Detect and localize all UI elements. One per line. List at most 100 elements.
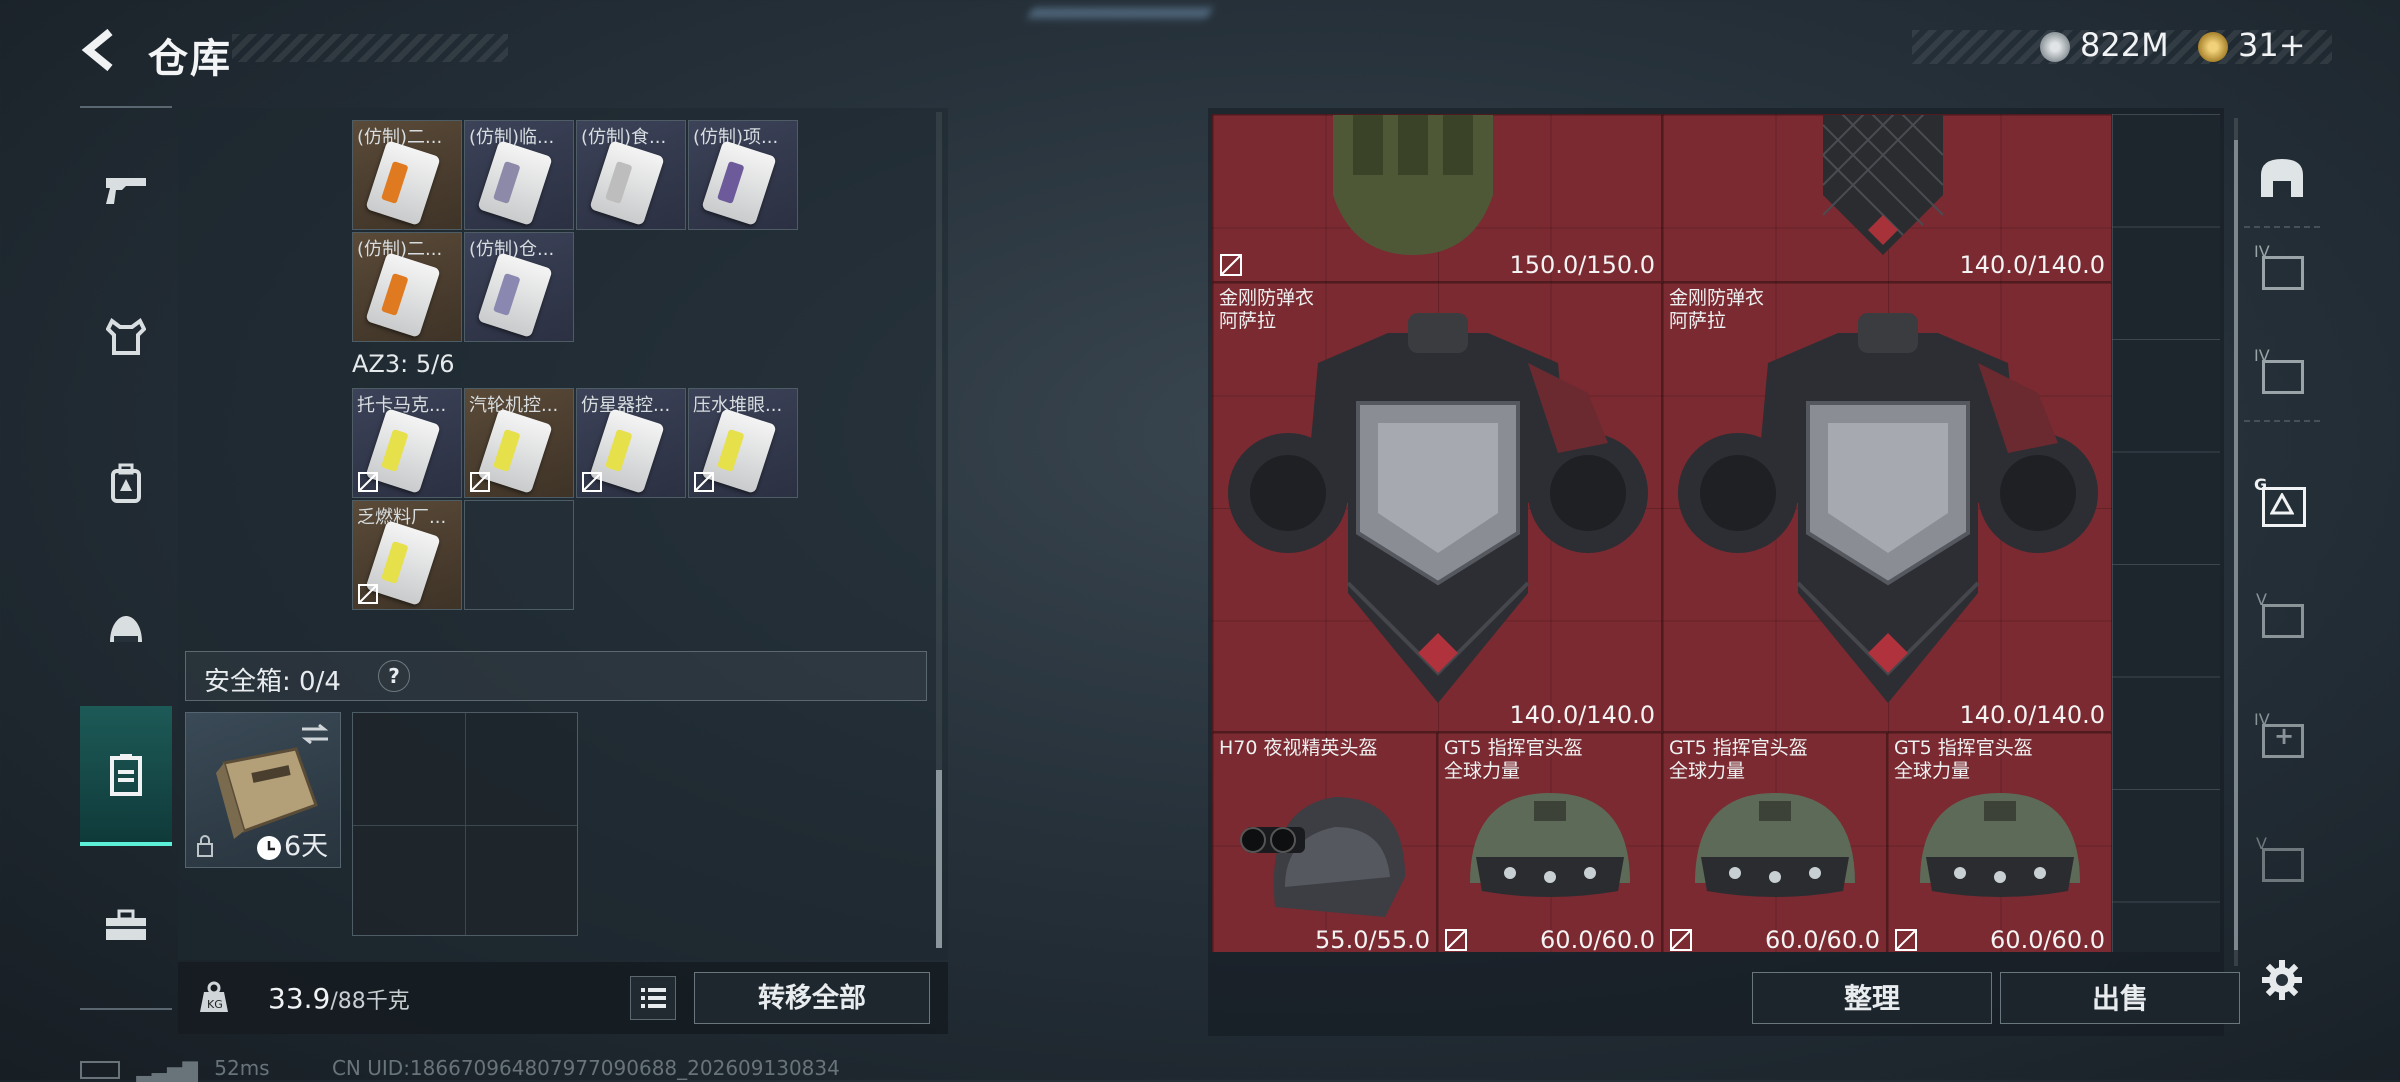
no-trade-icon — [358, 472, 378, 492]
safebox-icon — [110, 754, 142, 796]
stash-item[interactable]: 金刚防弹衣 阿萨拉 140.0/140.0 — [1212, 282, 1662, 732]
olive-vest-image — [1333, 115, 1493, 255]
nav-armor[interactable] — [80, 292, 172, 382]
stash-item[interactable]: 金刚防弹衣 阿萨拉 140.0/140.0 — [1662, 282, 2112, 732]
silver-coin-icon — [2040, 32, 2070, 62]
backpack-scroll-thumb[interactable] — [936, 770, 942, 948]
stash-item[interactable]: GT5 指挥官头盔 全球力量 60.0/60.0 — [1662, 732, 1887, 952]
item-slot[interactable]: (仿制)项... — [688, 120, 798, 230]
stash-item[interactable]: GT5 指挥官头盔 全球力量 60.0/60.0 — [1437, 732, 1662, 952]
back-arrow-icon — [81, 28, 113, 72]
nav-toolbox[interactable] — [80, 880, 172, 970]
settings-button[interactable] — [2244, 940, 2320, 1020]
armor-vest-image — [1678, 313, 2098, 703]
battery-icon — [80, 1060, 120, 1079]
commander-helmet-image — [1470, 793, 1630, 897]
V-case-icon: V — [2254, 590, 2310, 642]
page-title: 仓库 — [148, 36, 232, 82]
no-trade-icon — [582, 472, 602, 492]
item-slot[interactable]: (仿制)临... — [464, 120, 574, 230]
ping-text: 52ms — [214, 1056, 270, 1080]
keycard-icon — [365, 252, 441, 338]
safebox-empty-slots[interactable] — [352, 712, 578, 936]
nav-backpack[interactable] — [80, 438, 172, 528]
IV-case-icon: IV — [2254, 346, 2310, 398]
item-slot[interactable]: 压水堆眼... — [688, 388, 798, 498]
item-name: H70 夜视精英头盔 — [1219, 737, 1378, 759]
keycard-icon — [365, 140, 441, 226]
stash-grid: 150.0/150.0 140.0/140.0 金刚防弹衣 阿萨拉 140.0/… — [1212, 114, 2220, 952]
gold-currency-value: 31+ — [2238, 26, 2306, 64]
no-trade-icon — [1895, 929, 1917, 951]
ceiling-light — [1028, 8, 1212, 18]
armor-tab-icon — [2261, 159, 2303, 197]
stash-tab-v-1[interactable]: V — [2244, 576, 2320, 656]
lock-icon — [197, 835, 213, 857]
item-name: GT5 指挥官头盔 全球力量 — [1669, 737, 1808, 782]
back-button[interactable] — [78, 26, 122, 74]
item-durability: 150.0/150.0 — [1509, 251, 1656, 279]
item-slot[interactable]: 托卡马克... — [352, 388, 462, 498]
commander-helmet-image — [1920, 793, 2080, 897]
transfer-all-button[interactable]: 转移全部 — [694, 972, 930, 1024]
sell-button[interactable]: 出售 — [2000, 972, 2240, 1024]
item-slot[interactable]: (仿制)二... — [352, 120, 462, 230]
status-bar: ▂▃▅▇ 52ms CN UID:1866709648079770906​88_… — [80, 1056, 840, 1082]
item-durability: 140.0/140.0 — [1959, 251, 2106, 279]
swap-icon[interactable] — [300, 723, 330, 745]
sort-button[interactable]: 整理 — [1752, 972, 1992, 1024]
no-trade-icon — [358, 584, 378, 604]
stash-tab-g[interactable]: G — [2244, 462, 2320, 542]
item-slot[interactable]: (仿制)食... — [576, 120, 686, 230]
no-trade-icon — [1670, 929, 1692, 951]
list-icon — [641, 988, 666, 1008]
nav-safebox[interactable] — [80, 706, 172, 846]
stash-item[interactable]: GT5 指挥官头盔 全球力量 60.0/60.0 — [1887, 732, 2112, 952]
stash-tab-v-2[interactable]: V — [2244, 820, 2320, 900]
stash-tab-iv-2[interactable]: IV — [2244, 332, 2320, 412]
keycard-icon — [477, 252, 553, 338]
nightvision-helmet-image — [1240, 797, 1405, 917]
item-slot[interactable]: 仿星器控... — [576, 388, 686, 498]
svg-text:KG: KG — [207, 998, 223, 1011]
item-name: 金刚防弹衣 阿萨拉 — [1219, 287, 1315, 332]
V-case-icon: V — [2254, 834, 2310, 886]
category-nav — [80, 106, 172, 1010]
nav-weapons[interactable] — [80, 144, 172, 234]
item-durability: 60.0/60.0 — [1540, 926, 1655, 952]
safebox-item[interactable]: 6天 — [185, 712, 341, 868]
clock-icon — [257, 836, 281, 860]
item-slot[interactable]: 汽轮机控... — [464, 388, 574, 498]
keycard-icon — [701, 140, 777, 226]
stash-item[interactable]: H70 夜视精英头盔 55.0/55.0 — [1212, 732, 1437, 952]
no-trade-icon — [1445, 929, 1467, 951]
help-button[interactable]: ? — [378, 660, 410, 692]
vest-icon — [106, 317, 146, 355]
G-case-icon: G — [2254, 475, 2310, 529]
keycard-icon — [589, 140, 665, 226]
stash-tab-iv-3[interactable]: IV + — [2244, 696, 2320, 776]
gold-coin-icon — [2198, 32, 2228, 62]
item-durability: 140.0/140.0 — [1959, 701, 2106, 729]
nav-helmet[interactable] — [80, 586, 172, 676]
weight-max: /88千克 — [330, 989, 410, 1014]
item-durability: 60.0/60.0 — [1990, 926, 2105, 952]
list-view-button[interactable] — [630, 976, 676, 1020]
title-decoration — [232, 34, 508, 62]
no-trade-icon — [1220, 254, 1242, 276]
signal-icon: ▂▃▅▇ — [136, 1057, 198, 1082]
weight-current: 33.9 — [268, 982, 331, 1015]
item-durability: 140.0/140.0 — [1509, 701, 1656, 729]
stash-tab-iv-1[interactable]: IV — [2244, 228, 2320, 308]
item-slot[interactable]: (仿制)二... — [352, 232, 462, 342]
item-slot[interactable]: 乏燃料厂... — [352, 500, 462, 610]
silver-currency-value: 822M — [2080, 26, 2169, 64]
item-slot[interactable]: (仿制)仓... — [464, 232, 574, 342]
no-trade-icon — [470, 472, 490, 492]
empty-slot[interactable] — [464, 500, 574, 610]
stash-item[interactable]: 140.0/140.0 — [1662, 114, 2112, 282]
stash-item[interactable]: 150.0/150.0 — [1212, 114, 1662, 282]
stash-tab-armor[interactable] — [2244, 138, 2320, 218]
stash-scroll-thumb[interactable] — [2234, 140, 2238, 950]
gun-icon — [106, 178, 146, 204]
